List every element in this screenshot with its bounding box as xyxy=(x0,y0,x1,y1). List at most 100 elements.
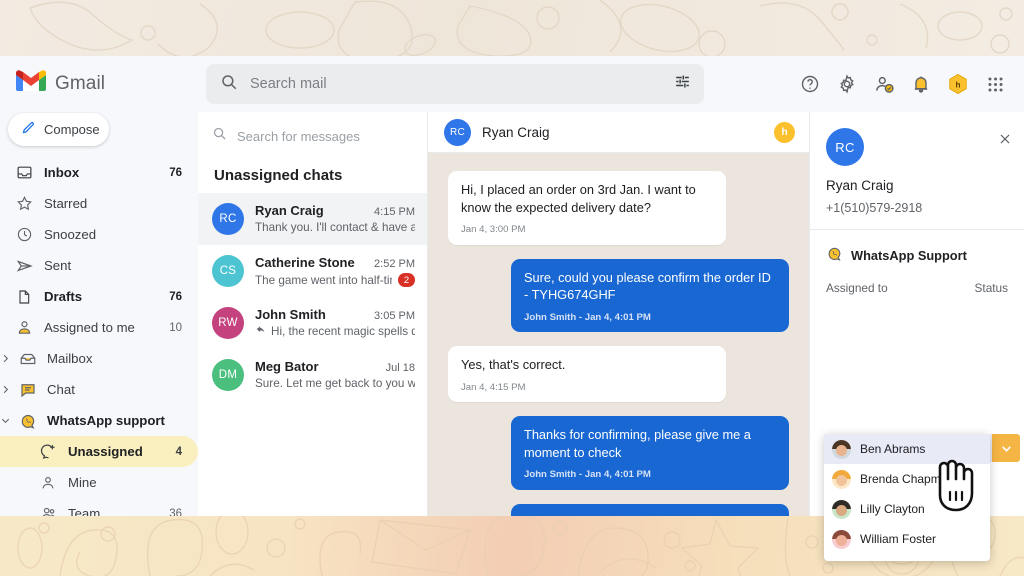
agent-name: William Foster xyxy=(860,532,936,546)
dropdown-option-ben-abrams[interactable]: Ben Abrams xyxy=(824,434,990,464)
sidebar-group-mailbox[interactable]: Mailbox xyxy=(0,343,198,374)
status-header: Status xyxy=(975,281,1008,295)
list-item[interactable]: CS Catherine Stone 2:52 PM The game went… xyxy=(198,245,427,297)
search-icon xyxy=(220,73,238,96)
sidebar-item-count: 4 xyxy=(176,446,198,458)
section-title-text: WhatsApp Support xyxy=(851,248,967,263)
message-meta: John Smith - Jan 4, 4:01 PM xyxy=(524,468,776,481)
sidebar-item-label: Unassigned xyxy=(68,444,176,459)
whatsapp-section: WhatsApp Support Assigned to Status xyxy=(810,230,1024,295)
apps-grid-icon[interactable] xyxy=(984,73,1006,95)
conversation-header: RC Ryan Craig h xyxy=(428,112,809,153)
message-bubble-outgoing: The order has been dispatched and will b… xyxy=(511,504,789,516)
search-input[interactable] xyxy=(250,76,661,92)
avatar: RW xyxy=(212,307,244,339)
agent-dropdown-menu[interactable]: Ben Abrams Brenda Chapman Lilly Clayton xyxy=(824,434,990,561)
sidebar-group-chat[interactable]: Chat xyxy=(0,374,198,405)
compose-button[interactable]: Compose xyxy=(8,113,109,146)
sidebar-item-assigned-to-me[interactable]: Assigned to me 10 xyxy=(0,312,198,343)
chevron-right-icon[interactable] xyxy=(0,353,14,364)
message-preview: Hi, the recent magic spells don't s... xyxy=(255,325,415,338)
list-item-bottom: Thank you. I'll contact & have a... xyxy=(255,221,415,234)
search-icon xyxy=(212,126,227,146)
chevron-right-icon[interactable] xyxy=(0,384,14,395)
agent-name: Ben Abrams xyxy=(860,442,925,456)
message-bubble-outgoing: Sure, could you please confirm the order… xyxy=(511,259,789,333)
timestamp: 4:15 PM xyxy=(368,206,415,218)
sidebar-group-label: Mailbox xyxy=(47,351,182,366)
chat-icon xyxy=(19,381,47,399)
avatar: RC xyxy=(444,119,471,146)
list-item-top: John Smith 3:05 PM xyxy=(255,307,415,322)
sidebar-group-whatsapp-support[interactable]: WhatsApp support xyxy=(0,405,198,436)
sidebar-group-label: WhatsApp support xyxy=(47,413,182,428)
sidebar-item-sent[interactable]: Sent xyxy=(0,250,198,281)
settings-icon[interactable] xyxy=(836,73,858,95)
group-icon xyxy=(40,505,68,516)
dropdown-option-lilly-clayton[interactable]: Lilly Clayton xyxy=(824,494,990,524)
conversation-panel: RC Ryan Craig h Hi, I placed an order on… xyxy=(428,112,809,516)
contact-phone: +1(510)579-2918 xyxy=(826,201,1010,215)
sidebar-item-drafts[interactable]: Drafts 76 xyxy=(0,281,198,312)
pencil-icon xyxy=(21,120,36,140)
contact-summary: RC Ryan Craig +1(510)579-2918 xyxy=(810,112,1024,230)
help-icon[interactable] xyxy=(799,73,821,95)
dropdown-option-brenda-chapman[interactable]: Brenda Chapman xyxy=(824,464,990,494)
message-meta: John Smith - Jan 4, 4:01 PM xyxy=(524,311,776,324)
message-meta: Jan 4, 3:00 PM xyxy=(461,223,713,236)
list-item[interactable]: DM Meg Bator Jul 18 Sure. Let me get bac… xyxy=(198,349,427,401)
avatar xyxy=(832,470,851,489)
whatsapp-icon xyxy=(826,245,843,265)
mailbox-icon xyxy=(19,350,47,368)
list-item[interactable]: RC Ryan Craig 4:15 PM Thank you. I'll co… xyxy=(198,193,427,245)
chevron-down-icon[interactable] xyxy=(0,415,14,426)
tune-icon[interactable] xyxy=(673,72,692,96)
contact-name: Meg Bator xyxy=(255,359,380,374)
sidebar-item-unassigned[interactable]: Unassigned 4 xyxy=(0,436,198,467)
profile-avatar[interactable]: h xyxy=(947,73,969,95)
sidebar-item-mine[interactable]: Mine xyxy=(0,467,198,498)
contact-name: Catherine Stone xyxy=(255,255,368,270)
sidebar-item-label: Assigned to me xyxy=(44,320,169,335)
gmail-brand[interactable]: Gmail xyxy=(16,70,192,98)
clock-icon xyxy=(16,226,44,243)
draft-icon xyxy=(16,289,44,305)
sidebar-item-team[interactable]: Team 36 xyxy=(0,498,198,516)
sidebar-item-starred[interactable]: Starred xyxy=(0,188,198,219)
gmail-app-window: Gmail xyxy=(0,56,1024,516)
message-preview: Thank you. I'll contact & have a... xyxy=(255,221,415,234)
avatar: CS xyxy=(212,255,244,287)
preview-text: Hi, the recent magic spells don't s... xyxy=(271,325,415,338)
message-bubble-outgoing: Thanks for confirming, please give me a … xyxy=(511,416,789,490)
agent-avatar[interactable]: h xyxy=(774,122,795,143)
notifications-icon[interactable] xyxy=(910,73,932,95)
message-preview: The game went into half-time... xyxy=(255,274,392,287)
person-icon xyxy=(40,475,68,491)
list-item-body: Meg Bator Jul 18 Sure. Let me get back t… xyxy=(255,359,415,391)
list-item-bottom: Sure. Let me get back to you with... xyxy=(255,377,415,390)
message-preview: Sure. Let me get back to you with... xyxy=(255,377,415,390)
search-bar[interactable] xyxy=(206,64,704,104)
close-icon[interactable] xyxy=(998,132,1012,151)
dropdown-option-william-foster[interactable]: William Foster xyxy=(824,524,990,554)
message-bubble-incoming: Hi, I placed an order on 3rd Jan. I want… xyxy=(448,171,726,245)
sidebar-item-snoozed[interactable]: Snoozed xyxy=(0,219,198,250)
section-title: WhatsApp Support xyxy=(826,245,1008,265)
message-text: Hi, I placed an order on 3rd Jan. I want… xyxy=(461,181,713,216)
sidebar-item-label: Sent xyxy=(44,258,182,273)
sidebar-item-label: Starred xyxy=(44,196,182,211)
sidebar-item-inbox[interactable]: Inbox 76 xyxy=(0,157,198,188)
assignment-column-headers: Assigned to Status xyxy=(826,281,1008,295)
gmail-logo-icon xyxy=(16,70,46,98)
assigned-to-dropdown-toggle[interactable] xyxy=(992,434,1020,462)
chat-search-input[interactable] xyxy=(237,129,413,144)
list-item-top: Ryan Craig 4:15 PM xyxy=(255,203,415,218)
list-item[interactable]: RW John Smith 3:05 PM Hi xyxy=(198,297,427,349)
reply-arrow-icon xyxy=(255,325,267,338)
chat-search-bar[interactable] xyxy=(198,116,427,156)
person-icon xyxy=(16,319,44,336)
list-item-body: Ryan Craig 4:15 PM Thank you. I'll conta… xyxy=(255,203,415,235)
svg-text:h: h xyxy=(955,81,960,90)
contacts-icon[interactable] xyxy=(873,73,895,95)
compose-label: Compose xyxy=(44,122,100,137)
